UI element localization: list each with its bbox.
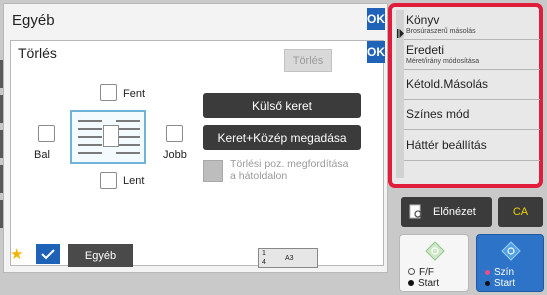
- divider: [402, 39, 540, 40]
- divider: [402, 99, 540, 100]
- right-checkbox[interactable]: [166, 125, 183, 142]
- color-line2: Start: [485, 278, 515, 289]
- check-icon: [41, 249, 55, 260]
- ok-button[interactable]: OK: [367, 8, 385, 30]
- divider: [402, 69, 540, 70]
- flip-label-line2: a hátoldalon: [230, 170, 288, 182]
- left-checkbox[interactable]: [38, 125, 55, 142]
- top-label: Fent: [123, 88, 146, 100]
- start-diamond-icon: [425, 241, 445, 261]
- preview-label: Előnézet: [433, 206, 476, 218]
- favorite-star-icon[interactable]: ★: [10, 247, 26, 263]
- preview-button[interactable]: Előnézet: [401, 197, 492, 227]
- divider: [402, 129, 540, 130]
- other-tab[interactable]: Egyéb: [68, 244, 133, 267]
- right-label: Jobb: [163, 149, 187, 161]
- original-item[interactable]: Eredeti Méret/irány módosítása: [406, 43, 536, 65]
- color-line1: Szín: [485, 267, 515, 278]
- clear-all-button[interactable]: CA: [498, 197, 543, 227]
- original-sub: Méret/irány módosítása: [406, 58, 480, 65]
- minimap-number: 1: [262, 250, 266, 257]
- center-checkbox[interactable]: [103, 125, 119, 147]
- ff-line1: F/F: [408, 267, 439, 278]
- erase-button: Törlés: [284, 49, 332, 72]
- minimap-number: 4: [262, 259, 266, 266]
- bottom-checkbox[interactable]: [100, 172, 117, 189]
- collapse-arrow-icon: [397, 29, 404, 38]
- book-item[interactable]: Könyv Brosúraszerű másolás: [406, 13, 536, 35]
- start-diamond-icon: [501, 241, 521, 261]
- bw-start-button[interactable]: F/F Start: [399, 234, 469, 292]
- bottom-label: Lent: [123, 175, 145, 187]
- flip-checkbox: [203, 160, 223, 182]
- frame-center-button[interactable]: Keret+Közép megadása: [203, 125, 361, 150]
- left-label: Bal: [34, 149, 50, 161]
- background-setting-item[interactable]: Háttér beállítás: [406, 138, 536, 152]
- flip-label: Törlési poz. megfordítása a hátoldalon: [230, 158, 360, 182]
- erase-title: Törlés: [18, 45, 57, 61]
- erase-panel: [10, 40, 384, 266]
- minimap-paper-size: A3: [285, 255, 294, 262]
- panel-handle[interactable]: [396, 10, 404, 178]
- ff-line2: Start: [408, 278, 439, 289]
- color-start-button[interactable]: Szín Start: [476, 234, 544, 292]
- function-panel: Könyv Brosúraszerű másolás Eredeti Méret…: [388, 3, 543, 188]
- outer-frame-button[interactable]: Külső keret: [203, 93, 361, 118]
- job-status-minimap: 1 4 A3: [258, 248, 318, 268]
- top-checkbox[interactable]: [100, 84, 117, 101]
- flip-label-line1: Törlési poz. megfordítása: [230, 158, 349, 170]
- preview-icon: [409, 204, 422, 219]
- erase-ok-button[interactable]: OK: [367, 41, 385, 63]
- duplex-copy-item[interactable]: Kétold.Másolás: [406, 77, 536, 91]
- color-mode-item[interactable]: Színes mód: [406, 107, 536, 121]
- book-label: Könyv: [406, 13, 440, 27]
- divider: [402, 160, 540, 161]
- original-label: Eredeti: [406, 43, 445, 57]
- book-sub: Brosúraszerű másolás: [406, 28, 476, 35]
- checkmark-button[interactable]: [36, 244, 60, 264]
- panel-title: Egyéb: [12, 12, 55, 29]
